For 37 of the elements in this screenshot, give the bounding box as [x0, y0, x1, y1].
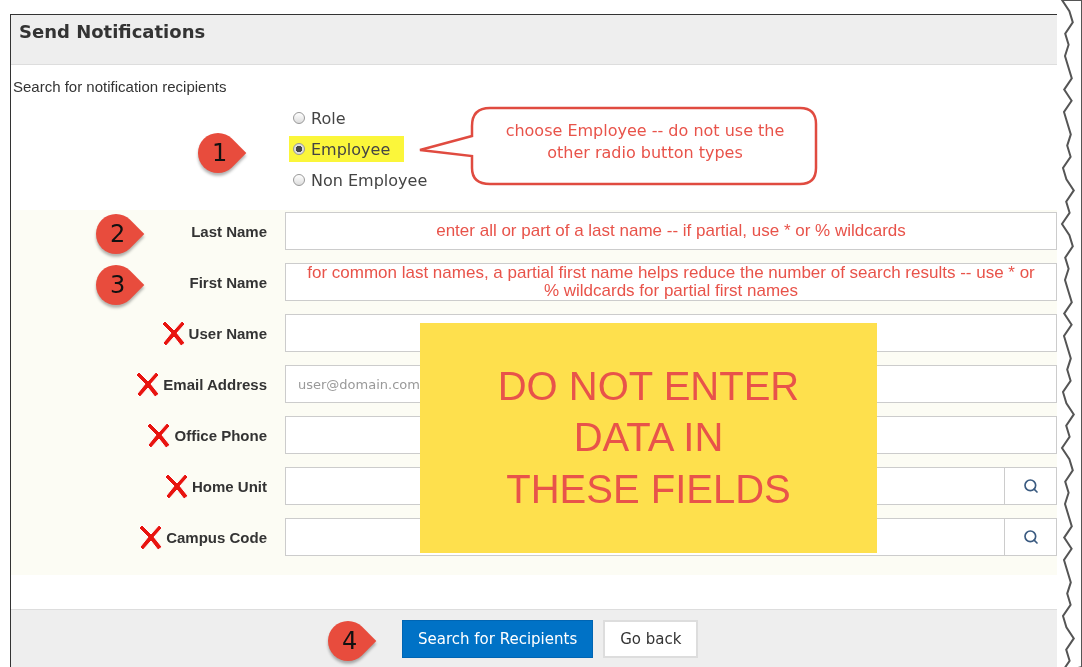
- radio-option[interactable]: Role: [289, 105, 360, 131]
- field-label: Home Unit: [192, 477, 267, 495]
- step-badge: 2: [88, 209, 158, 259]
- input-field[interactable]: enter all or part of a last name -- if partial, use * or % wildcards: [285, 212, 1057, 250]
- panel-title: Send Notifications: [19, 21, 206, 42]
- search-icon: [1022, 529, 1039, 545]
- search-icon: [1022, 478, 1039, 494]
- step-badge: 3: [88, 260, 158, 310]
- go-back-button[interactable]: Go back: [603, 620, 699, 658]
- search-recipients-button[interactable]: Search for Recipients: [402, 620, 594, 658]
- cross-mark-icon: [138, 522, 165, 552]
- cross-mark-icon: [135, 369, 162, 399]
- callout-text: choose Employee -- do not use the other radio button types: [504, 120, 786, 164]
- search-button[interactable]: [1005, 518, 1057, 556]
- step-badge: 1: [190, 128, 260, 178]
- radio-label: Role: [311, 108, 346, 128]
- search-button[interactable]: [1005, 467, 1057, 505]
- section-label: Search for notification recipients: [13, 78, 228, 95]
- step-badge: 4: [320, 616, 390, 666]
- cross-mark-icon: [160, 318, 187, 348]
- highlighted-option[interactable]: Employee: [289, 136, 405, 162]
- radio-button[interactable]: [293, 112, 305, 124]
- radio-label: Employee: [311, 139, 391, 159]
- input-field[interactable]: for common last names, a partial first name helps reduce the number of search results -- use * or % wildcards for partial first names: [285, 263, 1057, 301]
- field-label: First Name: [189, 273, 267, 291]
- field-label: Campus Code: [166, 528, 267, 546]
- field-label: User Name: [188, 324, 267, 342]
- cross-mark-icon: [164, 471, 190, 501]
- cross-mark-icon: [146, 420, 173, 450]
- field-label: Email Address: [163, 375, 267, 393]
- radio-label: Non Employee: [311, 170, 428, 190]
- warning-tooltip: DO NOT ENTER DATA IN THESE FIELDS: [420, 323, 877, 553]
- radio-button[interactable]: [293, 143, 305, 155]
- field-label: Office Phone: [174, 426, 267, 444]
- radio-button[interactable]: [293, 174, 305, 186]
- field-label: Last Name: [191, 222, 267, 240]
- radio-option[interactable]: Non Employee: [289, 167, 442, 193]
